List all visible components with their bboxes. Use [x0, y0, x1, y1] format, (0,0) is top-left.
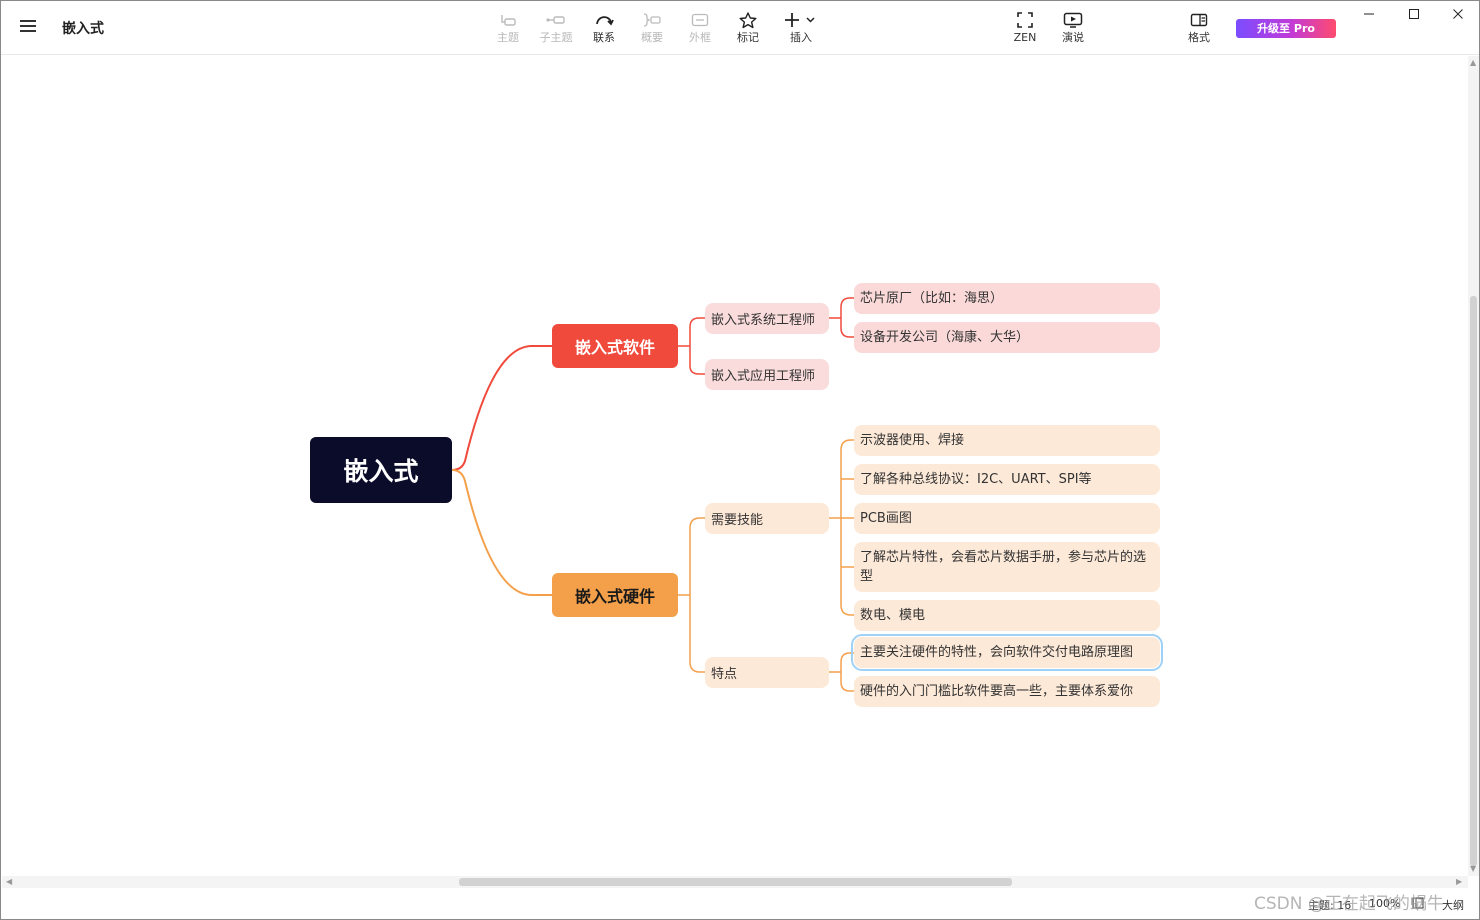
vertical-scrollbar[interactable]: ▲ ▼ — [1468, 56, 1479, 876]
zen-button[interactable]: ZEN — [1001, 9, 1049, 49]
summary-icon — [628, 9, 676, 31]
leaf-pcb[interactable]: PCB画图 — [854, 503, 1160, 534]
branch-hardware[interactable]: 嵌入式硬件 — [552, 573, 678, 617]
toolbar: 嵌入式 主题 子主题 联系 概要 外框 标记 插入 ZEN 演说 格式 升级至 … — [1, 1, 1479, 55]
insert-label: 插入 — [790, 31, 812, 44]
app-window: 嵌入式 主题 子主题 联系 概要 外框 标记 插入 ZEN 演说 格式 升级至 … — [0, 0, 1480, 920]
watermark: CSDN @正在起飞的蜗牛 — [1254, 894, 1444, 914]
horizontal-scrollbar[interactable]: ◀ ▶ — [2, 876, 1468, 888]
scroll-right-icon[interactable]: ▶ — [1456, 877, 1462, 886]
close-icon[interactable] — [1436, 3, 1480, 25]
summary-button[interactable]: 概要 — [628, 9, 676, 49]
outline-button[interactable]: 大纲 — [1442, 897, 1464, 913]
present-label: 演说 — [1062, 31, 1084, 44]
horizontal-scroll-thumb[interactable] — [459, 878, 1012, 886]
subtopic-features[interactable]: 特点 — [705, 657, 829, 688]
leaf-digital-analog[interactable]: 数电、模电 — [854, 600, 1160, 631]
leaf-bus-protocols[interactable]: 了解各种总线协议：I2C、UART、SPI等 — [854, 464, 1160, 495]
format-button[interactable]: 格式 — [1175, 9, 1223, 49]
maximize-icon[interactable] — [1392, 3, 1436, 25]
leaf-hardware-focus[interactable]: 主要关注硬件的特性，会向软件交付电路原理图 — [851, 634, 1163, 671]
leaf-oscilloscope[interactable]: 示波器使用、焊接 — [854, 425, 1160, 456]
subtopic-label: 子主题 — [539, 31, 573, 44]
leaf-device-company[interactable]: 设备开发公司（海康、大华） — [854, 322, 1160, 353]
scroll-up-icon[interactable]: ▲ — [1470, 58, 1476, 67]
relationship-label: 联系 — [593, 31, 615, 44]
boundary-icon — [676, 9, 724, 31]
subtopic-icon — [532, 9, 580, 31]
connector-lines — [451, 297, 854, 692]
boundary-label: 外框 — [689, 31, 711, 44]
zen-label: ZEN — [1013, 31, 1037, 44]
topic-button[interactable]: 主题 — [484, 9, 532, 49]
leaf-chip-vendor[interactable]: 芯片原厂（比如：海思） — [854, 283, 1160, 314]
format-panel-icon — [1175, 9, 1223, 31]
topic-icon — [484, 9, 532, 31]
star-icon — [724, 9, 772, 31]
relationship-button[interactable]: 联系 — [580, 9, 628, 49]
topic-label: 主题 — [497, 31, 519, 44]
present-button[interactable]: 演说 — [1049, 9, 1097, 49]
subtopic-system-engineer[interactable]: 嵌入式系统工程师 — [705, 303, 829, 334]
leaf-chip-features[interactable]: 了解芯片特性，会看芯片数据手册，参与芯片的选型 — [854, 542, 1160, 592]
scroll-left-icon[interactable]: ◀ — [6, 877, 12, 886]
hamburger-menu-icon[interactable] — [19, 17, 41, 39]
subtopic-application-engineer[interactable]: 嵌入式应用工程师 — [705, 359, 829, 390]
branch-software[interactable]: 嵌入式软件 — [552, 324, 678, 368]
scroll-down-icon[interactable]: ▼ — [1470, 864, 1476, 873]
mindmap-canvas[interactable]: 嵌入式 嵌入式软件 嵌入式硬件 嵌入式系统工程师 嵌入式应用工程师 芯片原厂（比… — [2, 56, 1468, 876]
boundary-button[interactable]: 外框 — [676, 9, 724, 49]
minimize-icon[interactable] — [1347, 3, 1391, 25]
marker-button[interactable]: 标记 — [724, 9, 772, 49]
subtopic-button[interactable]: 子主题 — [532, 9, 580, 49]
present-icon — [1049, 9, 1097, 31]
fullscreen-icon — [1001, 9, 1049, 31]
document-title: 嵌入式 — [62, 21, 104, 37]
root-topic[interactable]: 嵌入式 — [310, 437, 452, 503]
relationship-icon — [580, 9, 628, 31]
insert-button[interactable]: 插入 — [777, 9, 825, 49]
vertical-scroll-thumb[interactable] — [1470, 296, 1477, 866]
upgrade-pro-button[interactable]: 升级至 Pro — [1236, 19, 1336, 38]
summary-label: 概要 — [641, 31, 663, 44]
plus-icon — [777, 9, 825, 31]
format-label: 格式 — [1188, 31, 1210, 44]
marker-label: 标记 — [737, 31, 759, 44]
leaf-hardware-threshold[interactable]: 硬件的入门门槛比软件要高一些，主要体系爱你 — [854, 676, 1160, 707]
subtopic-required-skills[interactable]: 需要技能 — [705, 503, 829, 534]
